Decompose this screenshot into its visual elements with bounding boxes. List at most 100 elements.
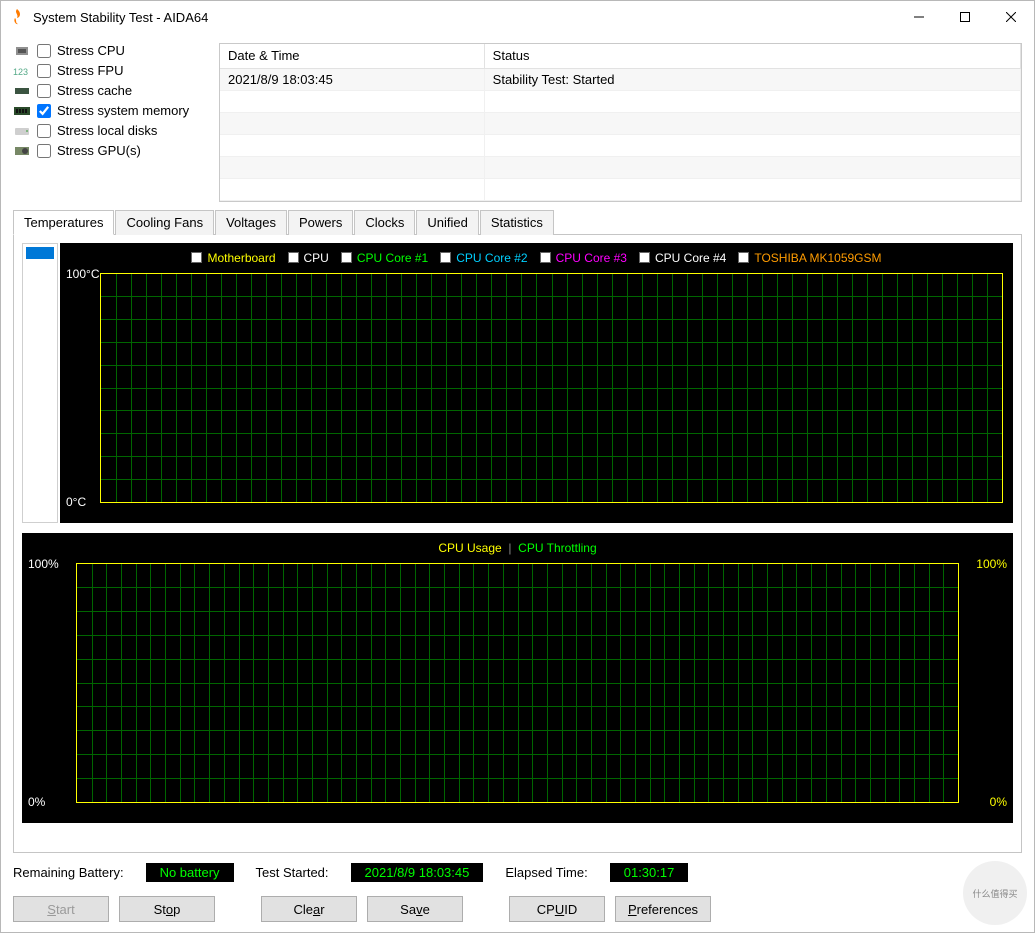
stress-cache-row: Stress cache (13, 83, 213, 98)
stress-memory-label: Stress system memory (57, 103, 189, 118)
tab-temperatures[interactable]: Temperatures (13, 210, 114, 235)
stop-button[interactable]: Stop (119, 896, 215, 922)
app-window: System Stability Test - AIDA64 Stress CP… (0, 0, 1035, 933)
checkbox-icon (191, 252, 202, 263)
svg-text:123: 123 (13, 67, 28, 77)
elapsed-value: 01:30:17 (610, 863, 689, 882)
stress-cache-checkbox[interactable] (37, 84, 51, 98)
chart-grid (76, 563, 959, 803)
legend-cpu-core-3[interactable]: CPU Core #3 (540, 251, 627, 265)
stress-cpu-row: Stress CPU (13, 43, 213, 58)
legend-cpu-core-1[interactable]: CPU Core #1 (341, 251, 428, 265)
y-axis-min: 0°C (66, 495, 86, 509)
minimize-button[interactable] (896, 1, 942, 33)
stress-gpu-row: Stress GPU(s) (13, 143, 213, 158)
battery-value: No battery (146, 863, 234, 882)
stress-cache-label: Stress cache (57, 83, 132, 98)
log-cell-datetime: 2021/8/9 18:03:45 (220, 68, 484, 90)
stress-fpu-label: Stress FPU (57, 63, 123, 78)
stress-gpu-checkbox[interactable] (37, 144, 51, 158)
tabs: Temperatures Cooling Fans Voltages Power… (13, 210, 1022, 235)
stress-fpu-row: 123 Stress FPU (13, 63, 213, 78)
tab-cooling-fans[interactable]: Cooling Fans (115, 210, 214, 235)
y-axis-max: 100°C (66, 267, 100, 281)
legend-toshiba[interactable]: TOSHIBA MK1059GSM (738, 251, 881, 265)
legend-motherboard[interactable]: Motherboard (191, 251, 275, 265)
log-header-status[interactable]: Status (484, 44, 1020, 68)
fpu-icon: 123 (13, 64, 31, 78)
sensor-list[interactable] (22, 243, 58, 523)
stress-gpu-label: Stress GPU(s) (57, 143, 141, 158)
temperature-legend: Motherboard CPU CPU Core #1 CPU Core #2 … (60, 251, 1013, 265)
cpu-icon (13, 44, 31, 58)
tab-statistics[interactable]: Statistics (480, 210, 554, 235)
started-label: Test Started: (256, 865, 329, 880)
close-button[interactable] (988, 1, 1034, 33)
checkbox-icon (288, 252, 299, 263)
memory-icon (13, 104, 31, 118)
save-button[interactable]: Save (367, 896, 463, 922)
log-cell-status: Stability Test: Started (484, 68, 1020, 90)
elapsed-label: Elapsed Time: (505, 865, 587, 880)
chart-grid (100, 273, 1003, 503)
app-icon (9, 9, 25, 25)
stress-fpu-checkbox[interactable] (37, 64, 51, 78)
titlebar: System Stability Test - AIDA64 (1, 1, 1034, 33)
y-axis-max-left: 100% (28, 557, 59, 571)
stress-options: Stress CPU 123 Stress FPU Stress cache S… (13, 43, 213, 202)
legend-cpu-core-2[interactable]: CPU Core #2 (440, 251, 527, 265)
maximize-button[interactable] (942, 1, 988, 33)
stress-cpu-checkbox[interactable] (37, 44, 51, 58)
charts-container: Motherboard CPU CPU Core #1 CPU Core #2 … (13, 234, 1022, 854)
started-value: 2021/8/9 18:03:45 (351, 863, 484, 882)
checkbox-icon (738, 252, 749, 263)
start-button[interactable]: Start (13, 896, 109, 922)
y-axis-min-right: 0% (990, 795, 1007, 809)
log-row-empty (220, 90, 1021, 112)
cpuid-button[interactable]: CPUID (509, 896, 605, 922)
disk-icon (13, 124, 31, 138)
window-title: System Stability Test - AIDA64 (33, 10, 896, 25)
log-row-empty (220, 156, 1021, 178)
stress-memory-checkbox[interactable] (37, 104, 51, 118)
stress-disks-row: Stress local disks (13, 123, 213, 138)
window-buttons (896, 1, 1034, 33)
checkbox-icon (440, 252, 451, 263)
stress-disks-label: Stress local disks (57, 123, 157, 138)
cpu-usage-chart: CPU Usage | CPU Throttling 100% 0% 100% … (22, 533, 1013, 823)
checkbox-icon (540, 252, 551, 263)
stress-cpu-label: Stress CPU (57, 43, 125, 58)
cache-icon (13, 84, 31, 98)
temperature-chart-row: Motherboard CPU CPU Core #1 CPU Core #2 … (22, 243, 1013, 523)
tab-voltages[interactable]: Voltages (215, 210, 287, 235)
battery-label: Remaining Battery: (13, 865, 124, 880)
log-row-empty (220, 134, 1021, 156)
top-row: Stress CPU 123 Stress FPU Stress cache S… (13, 43, 1022, 202)
gpu-icon (13, 144, 31, 158)
temperature-chart: Motherboard CPU CPU Core #1 CPU Core #2 … (60, 243, 1013, 523)
preferences-button[interactable]: Preferences (615, 896, 711, 922)
sensor-selected (26, 247, 54, 259)
button-bar: Start Stop Clear Save CPUID Preferences (13, 896, 1022, 922)
cpu-chart-row: CPU Usage | CPU Throttling 100% 0% 100% … (22, 533, 1013, 823)
legend-cpu-usage: CPU Usage (438, 541, 501, 555)
event-log: Date & Time Status 2021/8/9 18:03:45 Sta… (219, 43, 1022, 202)
clear-button[interactable]: Clear (261, 896, 357, 922)
log-header-datetime[interactable]: Date & Time (220, 44, 484, 68)
log-row-empty (220, 178, 1021, 200)
tab-powers[interactable]: Powers (288, 210, 353, 235)
tab-clocks[interactable]: Clocks (354, 210, 415, 235)
legend-cpu-core-4[interactable]: CPU Core #4 (639, 251, 726, 265)
cpu-chart-legend: CPU Usage | CPU Throttling (22, 541, 1013, 555)
y-axis-max-right: 100% (976, 557, 1007, 571)
checkbox-icon (639, 252, 650, 263)
log-row-empty (220, 112, 1021, 134)
log-row[interactable]: 2021/8/9 18:03:45 Stability Test: Starte… (220, 68, 1021, 90)
status-bar: Remaining Battery: No battery Test Start… (13, 859, 1022, 886)
tab-unified[interactable]: Unified (416, 210, 478, 235)
stress-memory-row: Stress system memory (13, 103, 213, 118)
legend-cpu-throttling: CPU Throttling (518, 541, 596, 555)
stress-disks-checkbox[interactable] (37, 124, 51, 138)
legend-cpu[interactable]: CPU (288, 251, 329, 265)
checkbox-icon (341, 252, 352, 263)
